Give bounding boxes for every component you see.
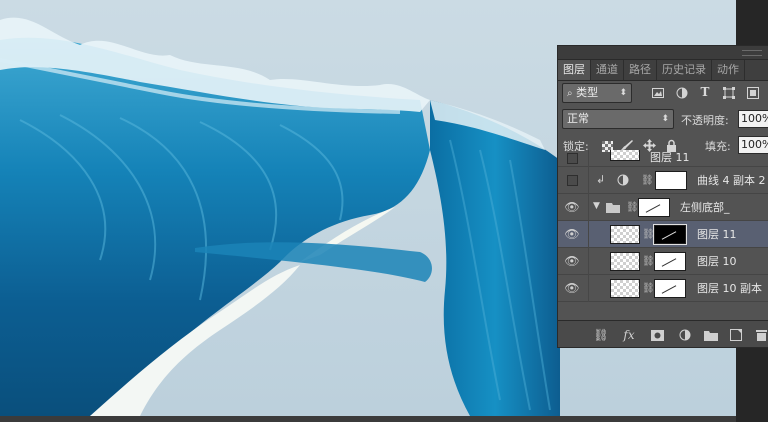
- group-mask-thumbnail[interactable]: [638, 198, 670, 217]
- blend-mode-value: 正常: [567, 112, 589, 125]
- layer-row-selected[interactable]: 👁 ⛓ 图层 11: [558, 221, 768, 248]
- row-divider: [588, 248, 589, 275]
- opacity-label: 不透明度:: [681, 114, 729, 127]
- add-mask-icon[interactable]: [649, 327, 665, 343]
- tab-history[interactable]: 历史记录: [657, 60, 712, 80]
- eye-icon[interactable]: 👁: [563, 254, 581, 268]
- mask-stroke: [645, 204, 661, 213]
- visibility-off-box[interactable]: [567, 153, 578, 164]
- adjustment-layer-icon[interactable]: [677, 327, 693, 343]
- link-layers-icon[interactable]: ⛓: [593, 327, 609, 343]
- tab-paths[interactable]: 路径: [624, 60, 657, 80]
- layer-name: 曲线 4 副本 2: [697, 174, 766, 187]
- layer-thumbnail: [610, 150, 640, 161]
- row-divider: [588, 194, 589, 221]
- layer-row[interactable]: ↲ ⛓ 曲线 4 副本 2: [558, 167, 768, 194]
- blend-mode-dropdown[interactable]: 正常 ⬍: [562, 109, 674, 129]
- panel-menu-icon[interactable]: [742, 50, 762, 56]
- mask-stroke: [661, 231, 677, 240]
- eye-icon[interactable]: 👁: [563, 200, 581, 214]
- delete-layer-icon[interactable]: [753, 327, 768, 343]
- layer-row[interactable]: 👁 ⛓ 图层 10: [558, 248, 768, 275]
- clipping-arrow-icon: ↲: [596, 173, 606, 186]
- folder-icon: [606, 200, 620, 214]
- layer-row[interactable]: 👁 ⛓ 图层 10 副本: [558, 275, 768, 302]
- filter-kind-dropdown[interactable]: ⌕ 类型 ⬍: [562, 83, 632, 103]
- tab-layers[interactable]: 图层: [558, 60, 591, 80]
- chain-link-icon[interactable]: ⛓: [626, 202, 639, 213]
- shape-filter-icon[interactable]: [722, 86, 736, 100]
- chain-link-icon[interactable]: ⛓: [642, 229, 655, 240]
- row-divider: [588, 150, 589, 167]
- layer-mask-thumbnail[interactable]: [654, 279, 686, 298]
- opacity-input[interactable]: 100%: [738, 110, 768, 128]
- smart-object-filter-icon[interactable]: [746, 86, 760, 100]
- layer-mask-thumbnail[interactable]: [654, 252, 686, 271]
- updown-arrow-icon: ⬍: [619, 88, 627, 98]
- chain-link-icon[interactable]: ⛓: [641, 175, 654, 186]
- filter-row: ⌕ 类型 ⬍ T: [558, 82, 768, 106]
- row-divider: [588, 275, 589, 302]
- eye-icon[interactable]: 👁: [563, 227, 581, 241]
- blend-row: 正常 ⬍ 不透明度: 100%: [558, 108, 768, 130]
- layer-row[interactable]: 图层 11: [558, 150, 768, 167]
- layers-list: 图层 11 ↲ ⛓ 曲线 4 副本 2 👁 ▼ ⛓ 左侧底部_ 👁 ⛓ 图层 1…: [558, 150, 768, 320]
- search-icon: ⌕: [567, 88, 573, 99]
- curves-adjustment-icon: [616, 173, 630, 187]
- new-layer-icon[interactable]: [728, 327, 744, 343]
- expand-triangle-icon[interactable]: ▼: [593, 201, 600, 211]
- group-name: 左侧底部_: [680, 201, 730, 214]
- mask-stroke: [661, 258, 677, 267]
- updown-arrow-icon: ⬍: [661, 114, 669, 124]
- mask-stroke: [661, 285, 677, 294]
- canvas-bottom-edge: [0, 416, 736, 422]
- layer-thumbnail: [610, 252, 640, 271]
- image-filter-icon[interactable]: [651, 86, 665, 100]
- tab-channels[interactable]: 通道: [591, 60, 624, 80]
- chain-link-icon[interactable]: ⛓: [642, 283, 655, 294]
- chain-link-icon[interactable]: ⛓: [642, 256, 655, 267]
- layers-bottom-toolbar: ⛓ fx: [558, 320, 768, 347]
- panel-header[interactable]: [558, 46, 768, 60]
- adjust-filter-icon[interactable]: [675, 86, 689, 100]
- panel-tabs: 图层 通道 路径 历史记录 动作: [558, 60, 768, 81]
- row-divider: [588, 167, 589, 194]
- layer-thumbnail: [610, 225, 640, 244]
- layer-name: 图层 11: [697, 228, 737, 241]
- layer-thumbnail: [610, 279, 640, 298]
- new-group-icon[interactable]: [703, 327, 719, 343]
- eye-icon[interactable]: 👁: [563, 281, 581, 295]
- filter-kind-label: 类型: [576, 86, 599, 99]
- layer-mask-thumbnail[interactable]: [655, 171, 687, 190]
- layer-name: 图层 10 副本: [697, 282, 762, 295]
- tab-actions[interactable]: 动作: [712, 60, 745, 80]
- layers-panel: 图层 通道 路径 历史记录 动作 ⌕ 类型 ⬍ T 正常 ⬍ 不透明度: 100…: [557, 45, 768, 348]
- layer-name: 图层 10: [697, 255, 737, 268]
- layer-mask-thumbnail[interactable]: [653, 224, 687, 245]
- row-divider: [588, 221, 589, 248]
- group-row[interactable]: 👁 ▼ ⛓ 左侧底部_: [558, 194, 768, 221]
- type-filter-icon[interactable]: T: [698, 85, 712, 99]
- fx-icon[interactable]: fx: [621, 327, 637, 343]
- visibility-off-box[interactable]: [567, 175, 578, 186]
